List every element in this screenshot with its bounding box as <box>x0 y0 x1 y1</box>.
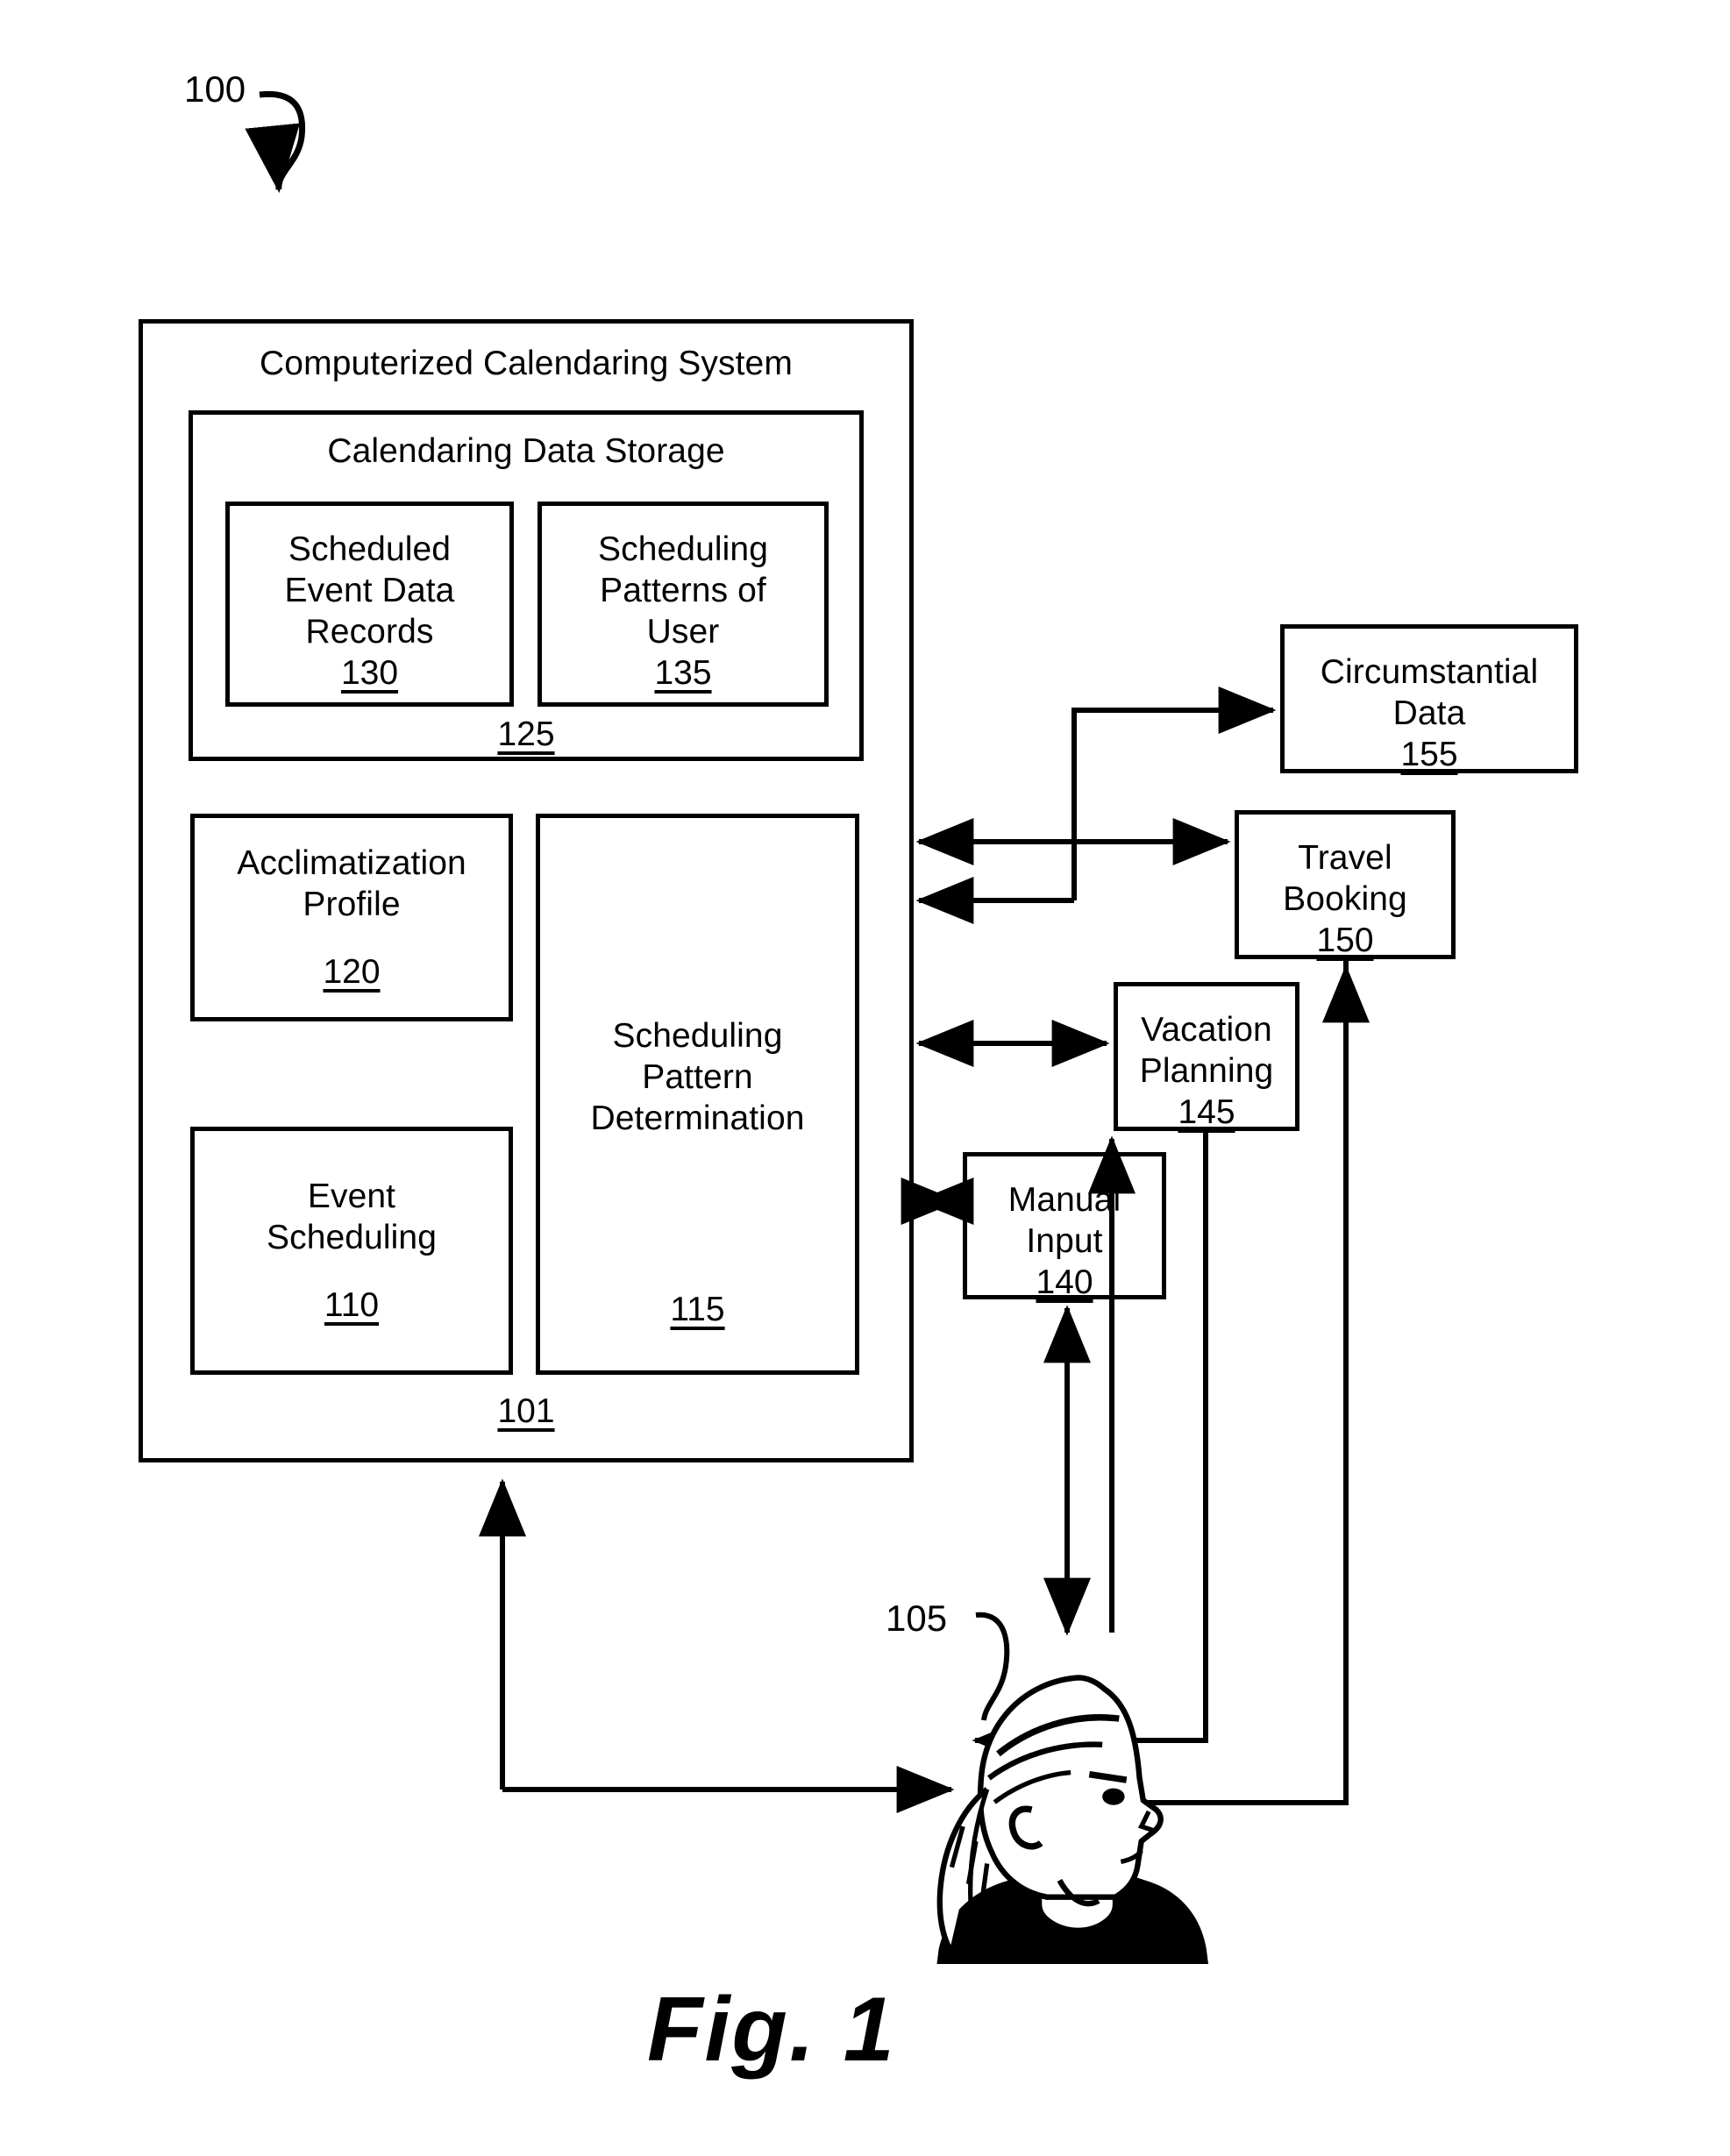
scheduled-event-data-records-ref: 130 <box>340 654 399 692</box>
figure-system-ref-100: 100 <box>184 68 246 110</box>
travel-booking-ref: 150 <box>1316 921 1374 959</box>
scheduling-patterns-of-user-label: Scheduling Patterns of User <box>598 530 768 651</box>
manual-input-ref: 140 <box>1036 1263 1093 1301</box>
calendaring-data-storage-ref: 125 <box>497 715 555 753</box>
figure-caption: Fig. 1 <box>647 1979 896 2081</box>
system-title: Computerized Calendaring System <box>260 345 793 382</box>
patent-figure: Computerized Calendaring System Calendar… <box>0 0 1730 2156</box>
scheduling-pattern-determination-ref: 115 <box>670 1291 725 1328</box>
storage-title: Calendaring Data Storage <box>327 432 725 470</box>
manual-input-label: Manual Input <box>1007 1181 1121 1260</box>
travel-booking-label: Travel Booking <box>1283 839 1407 918</box>
scheduling-patterns-of-user-box: Scheduling Patterns of User 135 <box>538 502 829 707</box>
scheduling-pattern-determination-label: Scheduling Pattern Determination <box>590 1016 805 1137</box>
circumstantial-data-box: Circumstantial Data 155 <box>1280 624 1578 773</box>
scheduled-event-data-records-box: Scheduled Event Data Records 130 <box>225 502 514 707</box>
circumstantial-data-label: Circumstantial Data <box>1320 653 1539 732</box>
acclimatization-profile-label: Acclimatization Profile <box>237 844 466 923</box>
acclimatization-profile-ref: 120 <box>323 953 381 991</box>
scheduling-pattern-determination-box: Scheduling Pattern Determination 115 <box>536 814 859 1375</box>
vacation-planning-label: Vacation Planning <box>1139 1011 1274 1090</box>
system-ref: 101 <box>497 1392 555 1430</box>
event-scheduling-box: Event Scheduling 110 <box>190 1127 513 1375</box>
user-head-profile <box>936 1675 1208 1964</box>
scheduling-patterns-of-user-ref: 135 <box>654 654 712 692</box>
vacation-planning-box: Vacation Planning 145 <box>1114 982 1299 1131</box>
user-ref-105: 105 <box>886 1597 948 1639</box>
manual-input-box: Manual Input 140 <box>963 1152 1166 1301</box>
event-scheduling-ref: 110 <box>324 1286 380 1324</box>
acclimatization-profile-box: Acclimatization Profile 120 <box>190 814 513 1021</box>
travel-booking-box: Travel Booking 150 <box>1235 810 1456 959</box>
scheduled-event-data-records-label: Scheduled Event Data Records <box>284 530 455 651</box>
event-scheduling-label: Event Scheduling <box>267 1178 437 1256</box>
circumstantial-data-ref: 155 <box>1400 736 1458 773</box>
vacation-planning-ref: 145 <box>1178 1093 1235 1131</box>
